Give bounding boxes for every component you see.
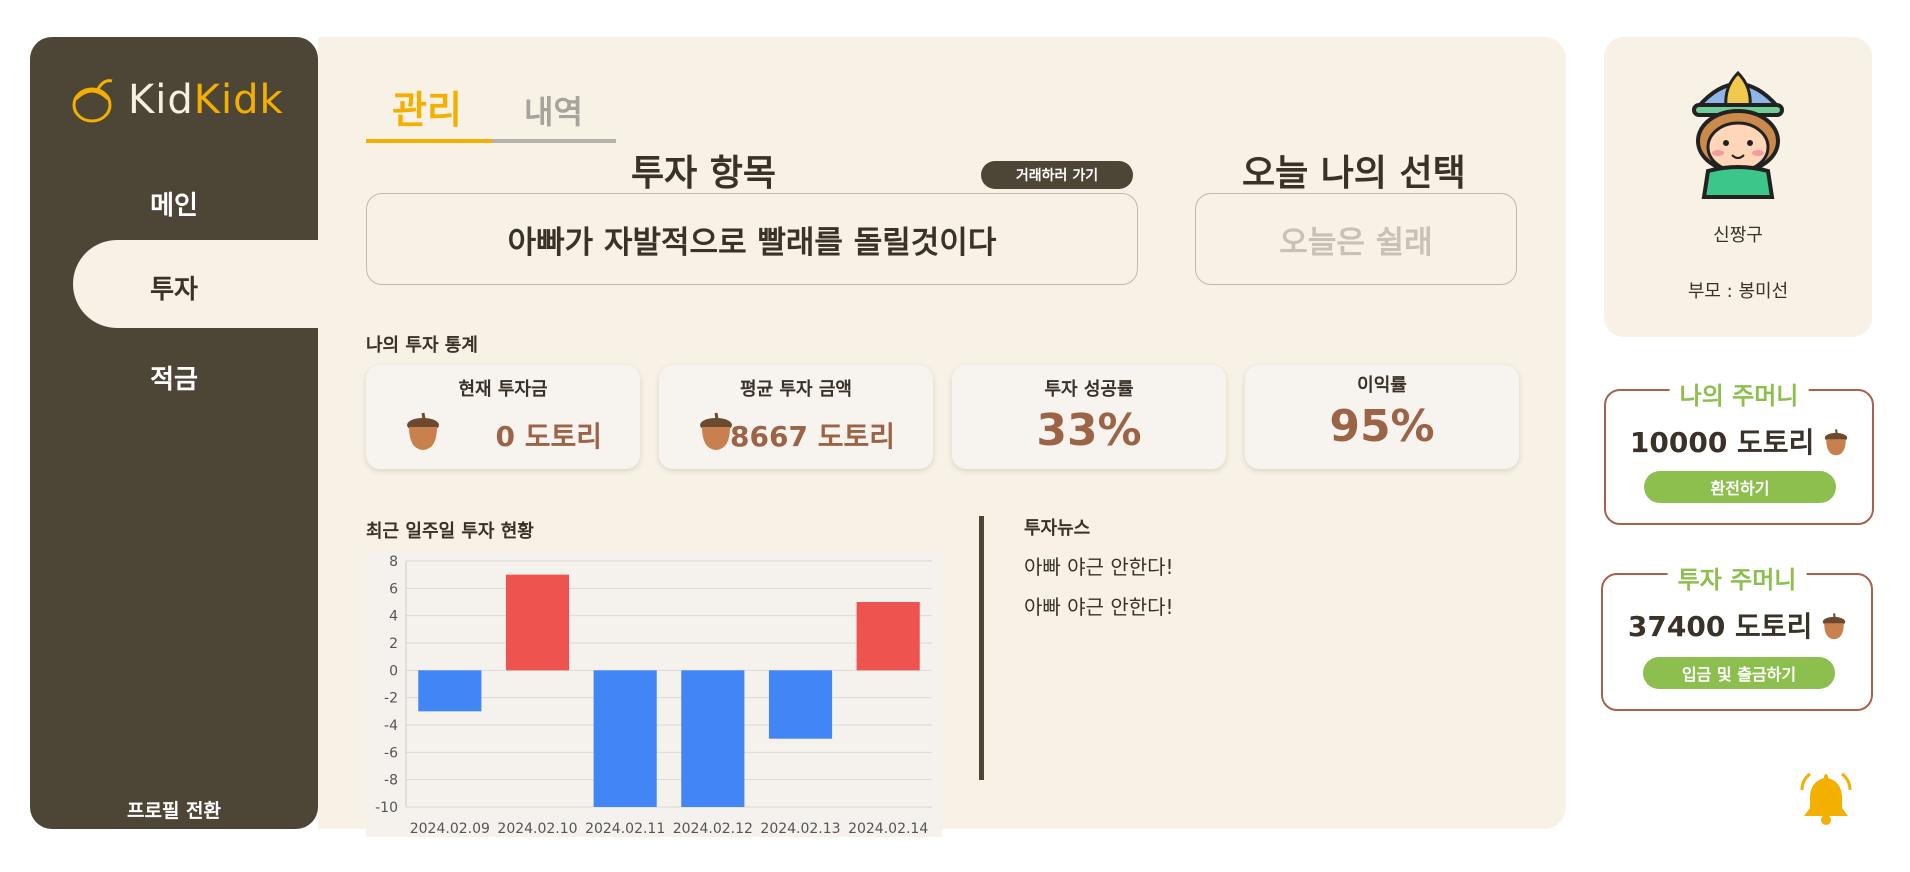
sidebar-item-savings[interactable]: 적금 xyxy=(30,359,318,396)
y-tick-label: 0 xyxy=(389,663,398,679)
y-tick-label: 4 xyxy=(389,609,398,625)
go-trade-button[interactable]: 거래하러 가기 xyxy=(981,161,1133,189)
news-item[interactable]: 아빠 야근 안한다! xyxy=(1024,591,1174,620)
x-tick-label: 2024.02.13 xyxy=(760,821,840,837)
logo-text-kid: Kid xyxy=(128,77,194,123)
wallet-title: 나의 주머니 xyxy=(1669,376,1809,411)
deposit-withdraw-button[interactable]: 입금 및 출금하기 xyxy=(1643,657,1835,689)
stat-card-average: 평균 투자 금액 8667 도토리 xyxy=(659,365,933,469)
logo-text-kidk: Kidk xyxy=(193,77,284,123)
news-item[interactable]: 아빠 야근 안한다! xyxy=(1024,551,1174,580)
tab-management[interactable]: 관리 xyxy=(392,79,462,134)
my-wallet-card: 나의 주머니 10000 도토리 환전하기 xyxy=(1604,376,1874,525)
sidebar-item-invest[interactable]: 투자 xyxy=(30,269,318,306)
wallet-title: 투자 주머니 xyxy=(1667,560,1807,595)
tab-underline-active xyxy=(366,139,492,143)
chart-bar xyxy=(681,670,745,807)
acorn-logo-icon xyxy=(72,79,113,123)
stat-card-current: 현재 투자금 0 도토리 xyxy=(366,365,640,469)
wallet-amount: 37400 도토리 xyxy=(1603,605,1871,645)
stats-title: 나의 투자 통계 xyxy=(366,335,478,356)
profile-name: 신짱구 xyxy=(1713,225,1763,246)
stat-card-profit-rate: 이익률 95% xyxy=(1245,365,1519,469)
choice-title: 오늘 나의 선택 xyxy=(1242,153,1466,194)
logo-text: KidKidk xyxy=(128,77,284,123)
today-choice-button[interactable]: 오늘은 쉴래 xyxy=(1195,193,1517,285)
logo[interactable]: KidKidk xyxy=(68,75,284,125)
main-panel: 관리 내역 투자 항목 거래하러 가기 아빠가 자발적으로 빨래를 돌릴것이다 … xyxy=(318,37,1566,837)
y-tick-label: -2 xyxy=(384,691,398,707)
y-tick-label: 6 xyxy=(389,581,398,597)
news-divider xyxy=(979,516,984,780)
x-tick-label: 2024.02.09 xyxy=(410,821,490,837)
bell-icon[interactable] xyxy=(1798,770,1854,826)
stat-title: 이익률 xyxy=(1357,375,1407,396)
stat-title: 평균 투자 금액 xyxy=(740,379,852,400)
chart-bar xyxy=(856,602,920,671)
stat-value: 8667 도토리 xyxy=(730,420,895,453)
acorn-icon xyxy=(407,412,439,450)
x-tick-label: 2024.02.10 xyxy=(497,821,577,837)
y-tick-label: -4 xyxy=(384,718,398,734)
stat-title: 투자 성공률 xyxy=(1044,379,1134,400)
x-tick-label: 2024.02.11 xyxy=(585,821,665,837)
y-tick-label: -10 xyxy=(375,800,398,816)
invest-item-box: 아빠가 자발적으로 빨래를 돌릴것이다 xyxy=(366,193,1138,285)
chart-bar xyxy=(768,670,833,739)
stat-card-success-rate: 투자 성공률 33% xyxy=(952,365,1226,469)
wallet-amount: 10000 도토리 xyxy=(1606,421,1872,461)
weekly-chart-svg: 8 6 4 2 0 -2 -4 -6 -8 -10 2024.02.09 2024.02.10 2024… xyxy=(375,554,932,837)
stat-value: 0 도토리 xyxy=(495,420,602,453)
avatar xyxy=(1692,70,1784,199)
profile-switch-button[interactable]: 프로필 전환 xyxy=(30,796,318,823)
invest-wallet-card: 투자 주머니 37400 도토리 입금 및 출금하기 xyxy=(1601,560,1873,711)
weekly-title: 최근 일주일 투자 현황 xyxy=(366,521,534,542)
x-tick-label: 2024.02.12 xyxy=(673,821,753,837)
chart-bar xyxy=(418,670,482,712)
stat-value: 33% xyxy=(1036,405,1142,456)
y-tick-label: -8 xyxy=(384,773,398,789)
sidebar-item-main[interactable]: 메인 xyxy=(30,185,318,222)
wallet-amount-text: 37400 도토리 xyxy=(1627,610,1813,643)
y-tick-label: 8 xyxy=(389,554,398,570)
invest-title: 투자 항목 xyxy=(631,153,777,194)
x-tick-label: 2024.02.14 xyxy=(848,821,928,837)
news-title: 투자뉴스 xyxy=(1024,518,1091,539)
chart-bar xyxy=(505,574,570,671)
wallet-amount-text: 10000 도토리 xyxy=(1629,426,1815,459)
tab-underline xyxy=(492,139,616,143)
chart-bar xyxy=(593,670,657,807)
y-tick-label: 2 xyxy=(389,636,398,652)
acorn-icon xyxy=(1822,613,1846,640)
weekly-chart: 8 6 4 2 0 -2 -4 -6 -8 -10 2024.02.09 2024.02.10 2024… xyxy=(366,551,942,837)
sidebar: KidKidk 메인 투자 적금 프로필 전환 xyxy=(30,37,318,829)
y-tick-label: -6 xyxy=(384,745,398,761)
stat-title: 현재 투자금 xyxy=(458,379,548,400)
tab-history[interactable]: 내역 xyxy=(524,87,583,133)
acorn-icon xyxy=(1824,429,1848,456)
exchange-button[interactable]: 환전하기 xyxy=(1644,471,1836,503)
profile-parent: 부모 : 봉미선 xyxy=(1687,281,1789,302)
profile-card: 신짱구 부모 : 봉미선 xyxy=(1604,37,1872,337)
stat-value: 95% xyxy=(1329,401,1435,452)
acorn-icon xyxy=(700,412,732,450)
